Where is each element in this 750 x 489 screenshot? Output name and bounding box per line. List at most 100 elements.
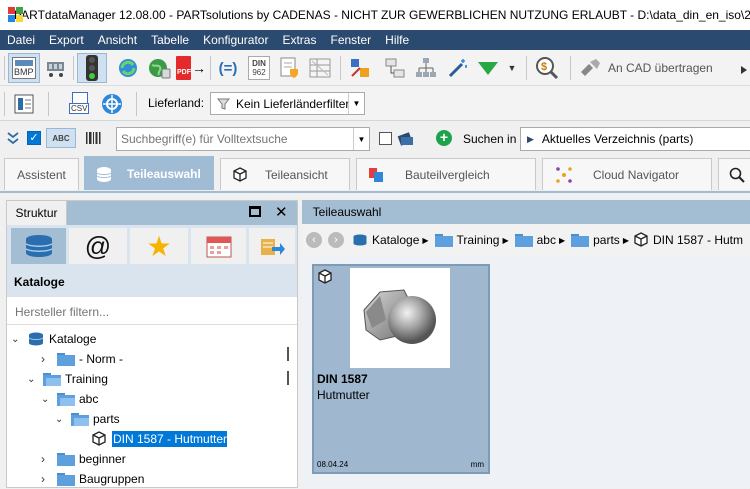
catalogs-view-button[interactable] — [11, 228, 66, 264]
menu-hilfe[interactable]: Hilfe — [378, 30, 416, 50]
abc-search-mode-button[interactable]: ABC — [46, 128, 76, 148]
cart-button[interactable] — [42, 53, 70, 83]
country-select[interactable]: Kein Lieferländerfilter ▼ — [210, 92, 365, 115]
breadcrumb-arrow-icon[interactable]: ▶ — [502, 236, 508, 245]
tab-assistent[interactable]: Assistent — [4, 158, 79, 190]
tab-bauteilvergleich[interactable]: Bauteilvergleich — [356, 158, 536, 190]
menu-export[interactable]: Export — [42, 30, 91, 50]
collapse-search-button[interactable] — [6, 130, 20, 149]
menu-fenster[interactable]: Fenster — [323, 30, 378, 50]
fulltext-search-field[interactable]: ▼ — [116, 127, 370, 151]
back-icon[interactable]: ‹ — [306, 232, 322, 248]
crosshair-icon — [102, 94, 122, 114]
filter-button[interactable] — [474, 53, 502, 83]
chevron-right-icon: › — [41, 472, 45, 486]
price-search-button[interactable]: $ — [532, 53, 562, 83]
menu-konfigurator[interactable]: Konfigurator — [196, 30, 275, 50]
tree-button[interactable] — [412, 53, 440, 83]
tab-teileansicht[interactable]: Teileansicht — [220, 158, 350, 190]
tree-item-parts[interactable]: ⌄ parts — [55, 409, 120, 429]
breadcrumb-arrow-icon[interactable]: ▶ — [559, 236, 565, 245]
barcode-icon — [86, 132, 101, 144]
manufacturer-filter-input[interactable] — [7, 299, 297, 325]
fulltext-search-input[interactable] — [117, 128, 353, 150]
search-options-checkbox[interactable]: ✓ — [27, 131, 41, 145]
scroll-indicator[interactable] — [287, 347, 289, 361]
breadcrumb-item[interactable]: Kataloge — [372, 233, 419, 247]
structure-button[interactable] — [380, 53, 408, 83]
crosshair-button[interactable] — [98, 89, 126, 119]
catalog-books-icon — [25, 235, 52, 257]
part-selection-header: Teileauswahl — [302, 200, 750, 224]
tree-item-label: parts — [93, 412, 120, 426]
email-view-button[interactable]: @ — [69, 228, 127, 264]
breadcrumb-arrow-icon[interactable]: ▶ — [422, 236, 428, 245]
tree-item-abc[interactable]: ⌄ abc — [41, 389, 98, 409]
din-label: DIN — [252, 59, 266, 68]
structure-panel-header: Struktur ✕ — [7, 201, 297, 225]
breadcrumb-item[interactable]: abc — [537, 233, 556, 247]
star-icon: ★ — [146, 230, 172, 262]
cad-transfer-button[interactable]: An CAD übertragen — [578, 53, 718, 83]
menu-extras[interactable]: Extras — [275, 30, 323, 50]
menu-ansicht[interactable]: Ansicht — [91, 30, 144, 50]
start-search-button[interactable]: + — [436, 130, 452, 146]
panel-toggle-button[interactable] — [10, 89, 38, 119]
folder-icon — [57, 472, 75, 486]
menu-bar: Datei Export Ansicht Tabelle Konfigurato… — [0, 30, 750, 50]
tab-cloud-navigator[interactable]: Cloud Navigator — [542, 158, 712, 190]
din-standard-button[interactable]: DIN 962 — [246, 53, 272, 83]
part-card[interactable]: DIN 1587 Hutmutter 08.04.24 mm — [312, 264, 490, 474]
tree-item-baugruppen[interactable]: › Baugruppen — [41, 469, 144, 489]
tab-label: Bauteilvergleich — [405, 167, 490, 182]
magic-wand-button[interactable] — [444, 53, 472, 83]
maximize-icon[interactable] — [249, 206, 261, 217]
part-card-unit: mm — [470, 460, 484, 469]
breadcrumb-arrow-icon[interactable]: ▶ — [623, 236, 629, 245]
tree-item-label: Baugruppen — [79, 472, 145, 486]
structure-panel: Struktur ✕ @ ★ Kataloge Hersteller filte… — [6, 200, 298, 488]
csv-export-button[interactable]: CSV — [66, 89, 94, 119]
more-tools-button[interactable] — [738, 53, 750, 83]
tab-search[interactable] — [718, 158, 750, 190]
tab-teileauswahl[interactable]: Teileauswahl — [84, 156, 214, 190]
history-view-button[interactable] — [191, 228, 246, 264]
formula-button[interactable]: (=) — [214, 53, 242, 83]
tree-item-beginner[interactable]: › beginner — [41, 449, 126, 469]
filter-dropdown-button[interactable]: ▼ — [504, 53, 520, 83]
search-filter-checkbox[interactable] — [379, 132, 392, 145]
breadcrumb-item[interactable]: parts — [593, 233, 620, 247]
table-button[interactable] — [306, 53, 334, 83]
search-scope-select[interactable]: ▶ Aktuelles Verzeichnis (parts) — [520, 127, 750, 151]
search-history-dropdown[interactable]: ▼ — [353, 128, 369, 150]
tree-item-training[interactable]: ⌄ Training — [27, 369, 108, 389]
refresh-button[interactable] — [114, 53, 142, 83]
document-check-button[interactable] — [276, 53, 302, 83]
pdf-export-button[interactable]: PDF → — [176, 53, 206, 83]
part-selection-tab[interactable]: Teileauswahl — [305, 200, 389, 224]
country-dropdown-arrow[interactable]: ▼ — [348, 93, 364, 114]
bmp-export-button[interactable]: BMP — [8, 53, 40, 83]
tree-item-din-1587[interactable]: DIN 1587 - Hutmutter — [91, 429, 228, 449]
menu-datei[interactable]: Datei — [0, 30, 42, 50]
assembly-button[interactable] — [346, 53, 374, 83]
structure-panel-tab[interactable]: Struktur — [7, 201, 67, 225]
globe-button[interactable] — [145, 53, 173, 83]
country-value: Kein Lieferländerfilter — [236, 96, 350, 111]
traffic-light-button[interactable] — [77, 53, 107, 83]
globe-icon — [149, 59, 171, 79]
menu-tabelle[interactable]: Tabelle — [144, 30, 196, 50]
books-button[interactable] — [396, 128, 416, 151]
favorites-view-button[interactable]: ★ — [130, 228, 188, 264]
forward-icon[interactable]: › — [328, 232, 344, 248]
breadcrumb-item[interactable]: Training — [457, 233, 500, 247]
close-icon[interactable]: ✕ — [275, 203, 288, 221]
tree-item-norm[interactable]: › - Norm - — [41, 349, 123, 369]
scroll-indicator[interactable] — [287, 371, 289, 385]
tree-item-kataloge[interactable]: ⌄ Kataloge — [11, 329, 96, 349]
breadcrumb-item-current[interactable]: DIN 1587 - Hutm — [653, 233, 743, 247]
barcode-search-button[interactable] — [84, 129, 102, 150]
import-view-button[interactable] — [249, 228, 295, 264]
document-shield-icon — [280, 57, 298, 78]
search-bar: ✓ ABC ▼ + Suchen in ▶ Aktuelles Verzeich… — [0, 122, 750, 156]
